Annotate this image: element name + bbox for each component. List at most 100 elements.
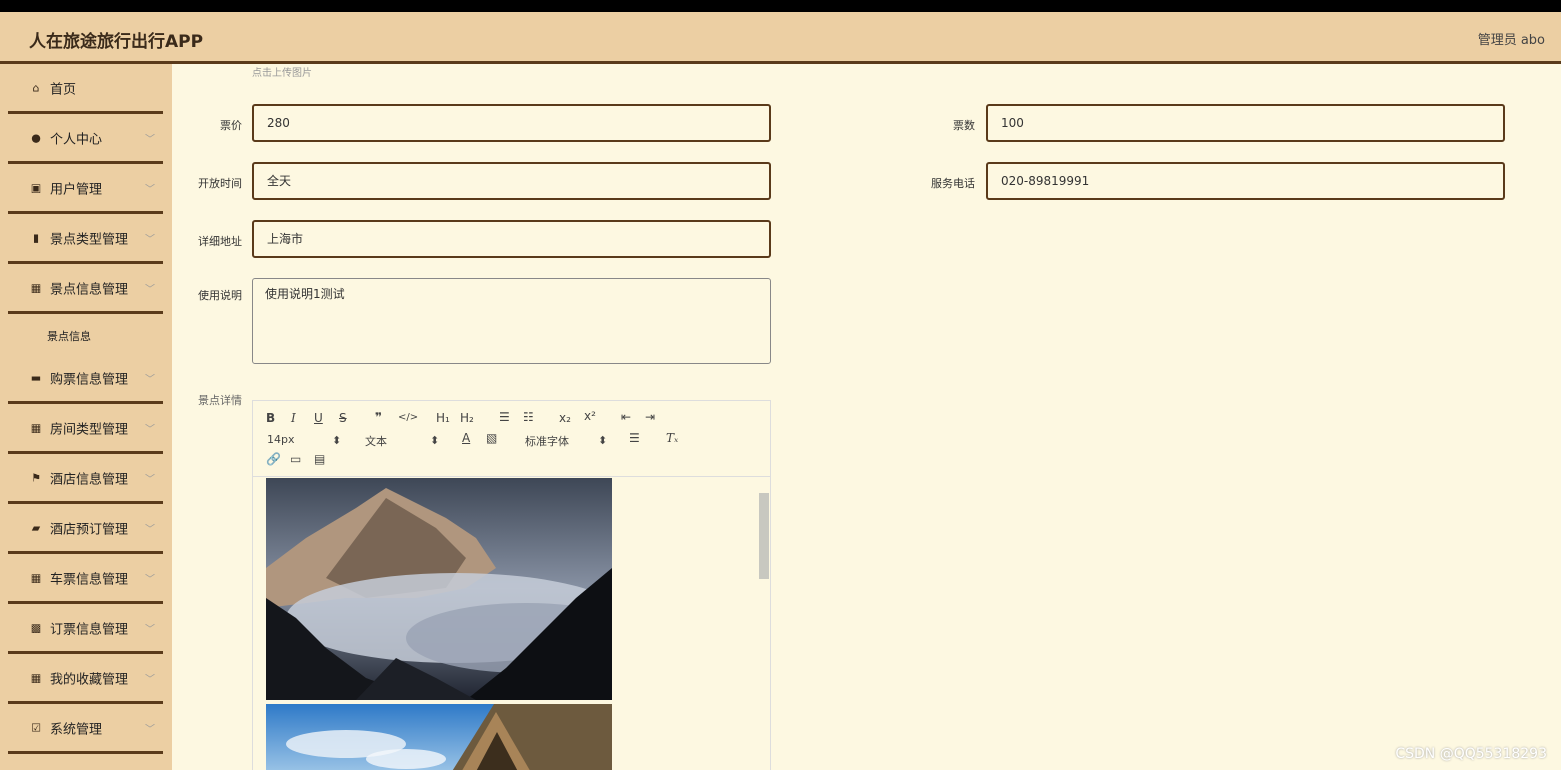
text-style-select[interactable]: 文本 — [365, 433, 387, 449]
top-strip — [0, 0, 1561, 12]
sidebar-item-scenic-type-management[interactable]: ▮ 景点类型管理 ﹀ — [8, 214, 163, 264]
font-size-arrow-icon: ⬍ — [332, 434, 342, 447]
address-input[interactable]: 上海市 — [252, 220, 771, 258]
blockquote-icon[interactable]: ❞ — [375, 410, 382, 424]
flag-icon: ⚑ — [31, 471, 41, 484]
table-icon: ▩ — [30, 621, 42, 634]
sidebar-item-hotel-info-management[interactable]: ⚑ 酒店信息管理 ﹀ — [8, 454, 163, 504]
strikethrough-icon[interactable]: S — [339, 411, 347, 425]
service-phone-label: 服务电话 — [931, 177, 975, 190]
chevron-down-icon: ﹀ — [145, 424, 155, 435]
sidebar-item-personal-center[interactable]: ● 个人中心 ﹀ — [8, 114, 163, 164]
price-input[interactable]: 280 — [252, 104, 771, 142]
watermark: CSDN @QQ55318293 — [1395, 746, 1547, 762]
grid-icon: ▦ — [30, 571, 42, 584]
font-color-icon[interactable]: A — [462, 431, 470, 445]
address-label: 详细地址 — [198, 235, 242, 248]
text-style-value: 文本 — [365, 435, 387, 448]
link-icon[interactable]: 🔗 — [266, 452, 281, 466]
ticket-icon: ▬ — [30, 371, 42, 384]
clipboard-icon: ▣ — [30, 181, 42, 194]
chalet-photo — [266, 704, 612, 770]
sidebar-item-user-management[interactable]: ▣ 用户管理 ﹀ — [8, 164, 163, 214]
usage-textarea[interactable]: 使用说明1测试 — [252, 278, 771, 364]
code-block-icon[interactable]: </> — [398, 412, 418, 423]
library-icon: ▮ — [32, 231, 40, 244]
chevron-down-icon: ﹀ — [145, 134, 155, 145]
bold-icon[interactable]: B — [266, 411, 275, 425]
sidebar-item-label: 用户管理 — [50, 182, 103, 197]
usage-label: 使用说明 — [198, 289, 242, 302]
mountain-photo — [266, 478, 612, 700]
chevron-down-icon: ﹀ — [145, 574, 155, 585]
background-color-icon[interactable]: ▧ — [486, 431, 497, 445]
chevron-down-icon: ﹀ — [145, 184, 155, 195]
align-icon[interactable]: ☰ — [629, 431, 640, 445]
home-icon: ⌂ — [32, 81, 40, 94]
video-icon[interactable]: ▤ — [314, 452, 325, 466]
grid-icon: ▦ — [30, 671, 42, 684]
clear-format-icon[interactable]: Tₓ — [666, 431, 678, 445]
sidebar-item-label: 酒店信息管理 — [50, 472, 129, 487]
subscript-icon[interactable]: x₂ — [559, 411, 571, 425]
chevron-down-icon: ﹀ — [145, 724, 155, 735]
sidebar-item-label: 景点类型管理 — [50, 232, 129, 247]
sidebar-item-bus-ticket-management[interactable]: ▦ 车票信息管理 ﹀ — [8, 554, 163, 604]
outdent-icon[interactable]: ⇤ — [621, 410, 631, 424]
submenu-item-scenic-info[interactable]: 景点信息 — [47, 328, 91, 344]
indent-icon[interactable]: ⇥ — [645, 410, 655, 424]
sidebar-item-ticket-purchase-management[interactable]: ▬ 购票信息管理 ﹀ — [8, 354, 163, 404]
sidebar-item-label: 首页 — [50, 82, 77, 97]
sidebar-item-label: 系统管理 — [50, 722, 103, 737]
count-input[interactable]: 100 — [986, 104, 1505, 142]
open-time-label: 开放时间 — [198, 177, 242, 190]
app-title: 人在旅途旅行出行APP — [29, 32, 204, 52]
heading1-icon[interactable]: H₁ — [436, 411, 450, 425]
service-phone-input[interactable]: 020-89819991 — [986, 162, 1505, 200]
sidebar-item-label: 个人中心 — [50, 132, 103, 147]
chevron-down-icon: ﹀ — [145, 284, 155, 295]
chevron-down-icon: ﹀ — [145, 474, 155, 485]
upload-hint[interactable]: 点击上传图片 — [252, 64, 312, 79]
editor-scrollbar[interactable] — [759, 493, 769, 579]
sidebar-item-room-type-management[interactable]: ▦ 房间类型管理 ﹀ — [8, 404, 163, 454]
superscript-icon[interactable]: x² — [584, 409, 596, 423]
open-time-input[interactable]: 全天 — [252, 162, 771, 200]
sidebar-item-label: 购票信息管理 — [50, 372, 129, 387]
chevron-down-icon: ﹀ — [145, 234, 155, 245]
sidebar-item-label: 我的收藏管理 — [50, 672, 129, 687]
italic-icon[interactable]: I — [291, 411, 296, 425]
font-family-select[interactable]: 标准字体 — [525, 433, 569, 449]
font-size-value: 14px — [267, 433, 295, 446]
sidebar-item-scenic-info-management[interactable]: ▦ 景点信息管理 ﹀ — [8, 264, 163, 314]
text-style-arrow-icon: ⬍ — [430, 434, 440, 447]
sidebar-item-home[interactable]: ⌂ 首页 — [8, 64, 163, 114]
image-icon[interactable]: ▭ — [290, 452, 301, 466]
hotel-icon: ▰ — [31, 521, 41, 534]
sidebar-item-hotel-booking-management[interactable]: ▰ 酒店预订管理 ﹀ — [8, 504, 163, 554]
app-header: 人在旅途旅行出行APP 管理员 abo — [0, 12, 1561, 64]
heading2-icon[interactable]: H₂ — [460, 411, 474, 425]
underline-icon[interactable]: U — [314, 411, 323, 425]
editor-toolbar: B I U S ❞ </> H₁ H₂ ☰ ☷ x₂ x² ⇤ ⇥ 14px ⬍… — [253, 401, 770, 477]
checklist-icon: ☑ — [31, 721, 41, 734]
user-menu[interactable]: 管理员 abo — [1478, 29, 1545, 48]
font-size-select[interactable]: 14px — [267, 433, 295, 446]
sidebar-item-label: 酒店预订管理 — [50, 522, 129, 537]
sidebar-item-label: 房间类型管理 — [50, 422, 129, 437]
rich-text-editor[interactable]: B I U S ❞ </> H₁ H₂ ☰ ☷ x₂ x² ⇤ ⇥ 14px ⬍… — [252, 400, 771, 770]
main-form: 点击上传图片 票价 280 票数 100 开放时间 全天 服务电话 020-89… — [172, 64, 1561, 770]
sidebar-item-order-ticket-management[interactable]: ▩ 订票信息管理 ﹀ — [8, 604, 163, 654]
grid-icon: ▦ — [30, 421, 42, 434]
detail-label: 景点详情 — [198, 394, 242, 407]
font-family-arrow-icon: ⬍ — [598, 434, 608, 447]
sidebar-item-system-management[interactable]: ☑ 系统管理 ﹀ — [8, 704, 163, 754]
chevron-down-icon: ﹀ — [145, 624, 155, 635]
chevron-down-icon: ﹀ — [145, 374, 155, 385]
ordered-list-icon[interactable]: ☰ — [499, 410, 510, 424]
bullet-list-icon[interactable]: ☷ — [523, 410, 534, 424]
sidebar-item-favorites-management[interactable]: ▦ 我的收藏管理 ﹀ — [8, 654, 163, 704]
user-icon: ● — [31, 131, 41, 144]
font-family-value: 标准字体 — [525, 435, 569, 448]
sidebar-item-label: 订票信息管理 — [50, 622, 129, 637]
